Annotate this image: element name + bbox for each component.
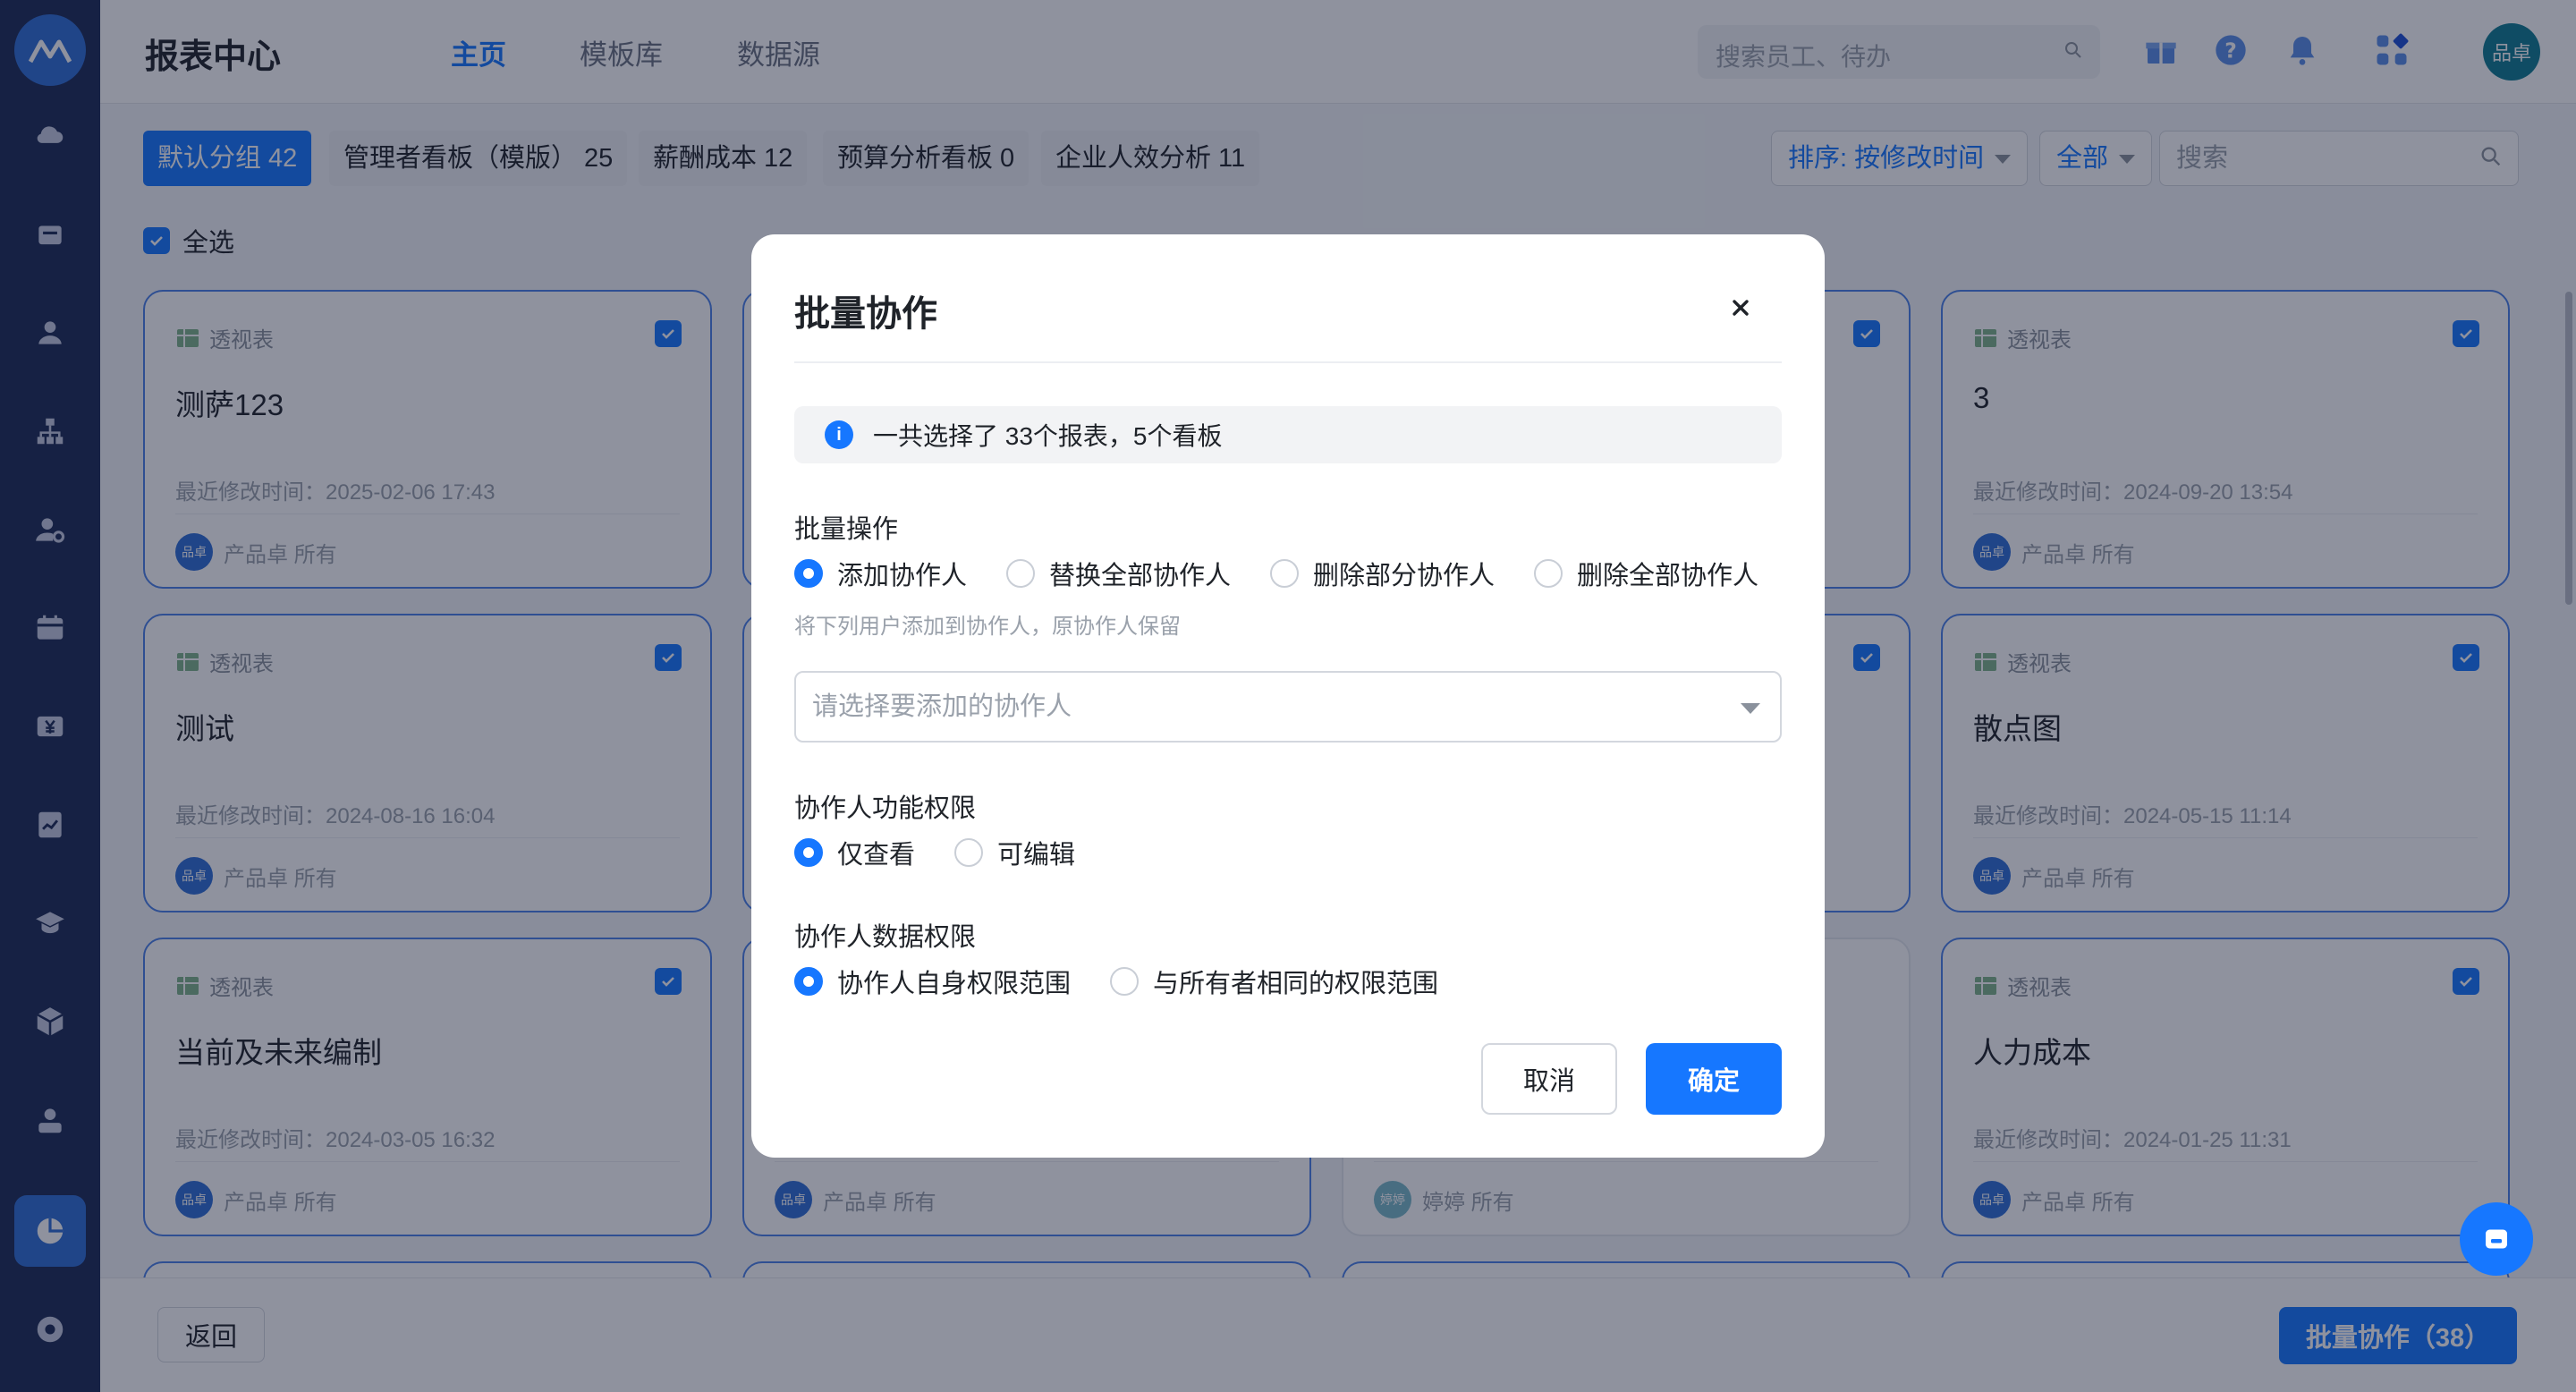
radio-label: 协作人自身权限范围: [837, 970, 1072, 998]
collaborator-select[interactable]: 请选择要添加的协作人: [794, 671, 1782, 743]
radio-owner-scope[interactable]: 与所有者相同的权限范围: [1110, 963, 1438, 1000]
radio-unchecked-icon: [1534, 559, 1563, 588]
confirm-button[interactable]: 确定: [1646, 1043, 1782, 1115]
radio-remove-all-collaborators[interactable]: 删除全部协作人: [1534, 555, 1758, 592]
radio-label: 添加协作人: [837, 562, 968, 590]
info-icon: i: [825, 420, 853, 449]
radio-label: 替换全部协作人: [1049, 562, 1232, 590]
chevron-down-icon: [1741, 703, 1760, 714]
radio-own-scope[interactable]: 协作人自身权限范围: [794, 963, 1071, 1000]
radio-label: 删除部分协作人: [1313, 562, 1496, 590]
chat-float-button[interactable]: [2460, 1202, 2533, 1276]
radio-unchecked-icon: [1006, 559, 1036, 588]
radio-unchecked-icon: [954, 838, 984, 867]
radio-remove-some-collaborators[interactable]: 删除部分协作人: [1270, 555, 1495, 592]
batch-collaborate-dialog: 批量协作 i 一共选择了 33个报表，5个看板 批量操作 添加协作人 替换全部协…: [751, 234, 1825, 1158]
dialog-title: 批量协作: [794, 294, 937, 334]
dialog-divider: [794, 361, 1782, 363]
radio-editable[interactable]: 可编辑: [954, 834, 1075, 871]
radio-replace-all-collaborators[interactable]: 替换全部协作人: [1006, 555, 1231, 592]
batch-op-label: 批量操作: [794, 515, 899, 544]
selection-info: i 一共选择了 33个报表，5个看板: [794, 406, 1782, 463]
cancel-button[interactable]: 取消: [1481, 1043, 1617, 1115]
radio-label: 删除全部协作人: [1577, 562, 1759, 590]
batch-op-radio-group: 添加协作人 替换全部协作人 删除部分协作人 删除全部协作人: [794, 555, 1798, 592]
radio-checked-icon: [794, 838, 823, 867]
radio-label: 可编辑: [997, 841, 1076, 870]
func-perm-label: 协作人功能权限: [794, 794, 977, 823]
radio-label: 仅查看: [837, 841, 916, 870]
batch-op-hint: 将下列用户添加到协作人，原协作人保留: [794, 615, 1181, 639]
radio-view-only[interactable]: 仅查看: [794, 834, 915, 871]
radio-label: 与所有者相同的权限范围: [1153, 970, 1439, 998]
radio-checked-icon: [794, 559, 823, 588]
collaborator-select-placeholder: 请选择要添加的协作人: [812, 692, 1072, 721]
radio-unchecked-icon: [1270, 559, 1300, 588]
radio-add-collaborator[interactable]: 添加协作人: [794, 555, 967, 592]
data-perm-label: 协作人数据权限: [794, 923, 977, 952]
radio-unchecked-icon: [1110, 967, 1140, 996]
radio-checked-icon: [794, 967, 823, 996]
close-icon[interactable]: [1723, 290, 1758, 326]
func-perm-radio-group: 仅查看 可编辑: [794, 834, 1114, 871]
data-perm-radio-group: 协作人自身权限范围 与所有者相同的权限范围: [794, 963, 1478, 1000]
chat-icon: [2486, 1229, 2507, 1249]
selection-info-text: 一共选择了 33个报表，5个看板: [873, 422, 1223, 450]
